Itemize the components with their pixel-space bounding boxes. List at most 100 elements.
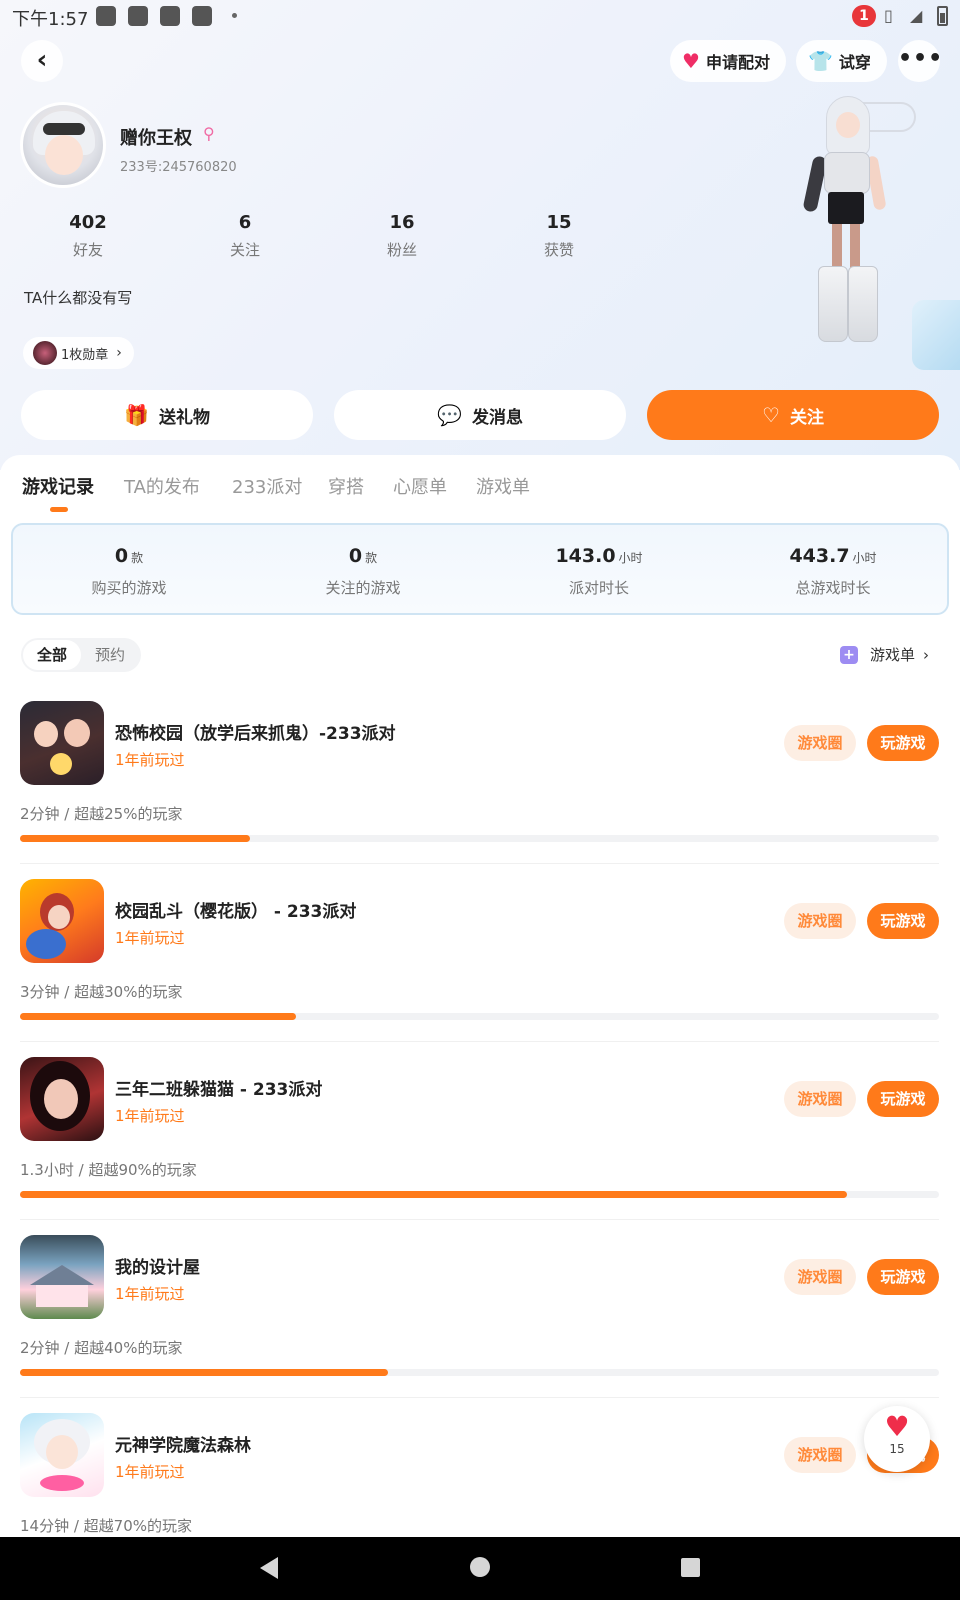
- game-record-item[interactable]: 校园乱斗（樱花版） - 233派对 1年前玩过 游戏圈 玩游戏 3分钟 / 超越…: [0, 879, 960, 1057]
- game-last-played: 1年前玩过: [115, 1463, 185, 1481]
- tab-outfits[interactable]: 穿搭: [328, 473, 364, 499]
- play-game-button[interactable]: 玩游戏: [867, 1259, 939, 1295]
- vibrate-icon: ▯: [884, 6, 893, 25]
- tab-233-party[interactable]: 233派对: [232, 473, 302, 499]
- play-game-button[interactable]: 玩游戏: [867, 1081, 939, 1117]
- tab-posts[interactable]: TA的发布: [124, 473, 200, 499]
- nav-recents-icon[interactable]: [681, 1558, 700, 1577]
- tab-game-records[interactable]: 游戏记录: [22, 473, 94, 499]
- game-playtime: 3分钟 / 超越30%的玩家: [20, 983, 183, 1001]
- game-circle-button[interactable]: 游戏圈: [784, 903, 856, 939]
- summary-unit: 小时: [852, 551, 877, 565]
- favorite-count: 15: [889, 1442, 905, 1456]
- send-message-button[interactable]: 💬 发消息: [334, 390, 626, 440]
- message-icon: 💬: [437, 403, 462, 427]
- send-gift-label: 送礼物: [158, 407, 210, 428]
- game-list-label: 游戏单: [870, 646, 916, 664]
- playtime-progress-track: [20, 835, 939, 842]
- stat-number: 15: [546, 212, 572, 233]
- app-notification-icon: [128, 6, 148, 26]
- filter-segmented-control: 全部 预约: [21, 638, 142, 672]
- stat-friends[interactable]: 402 好友: [28, 212, 148, 260]
- game-icon[interactable]: [20, 1057, 104, 1141]
- nav-back-icon[interactable]: [260, 1557, 278, 1579]
- game-summary-card: 0款 购买的游戏 0款 关注的游戏 143.0 小时 派对时长 443.7 小时 总…: [11, 523, 949, 615]
- summary-party-time: 143.0 小时 派对时长: [499, 545, 699, 598]
- game-last-played: 1年前玩过: [115, 1107, 185, 1125]
- nav-home-icon[interactable]: [470, 1557, 490, 1577]
- game-playtime: 2分钟 / 超越40%的玩家: [20, 1339, 183, 1357]
- game-playtime: 1.3小时 / 超越90%的玩家: [20, 1161, 197, 1179]
- try-on-label: 试穿: [838, 53, 871, 72]
- game-last-played: 1年前玩过: [115, 929, 185, 947]
- stat-number: 6: [238, 212, 252, 233]
- tab-wishlist[interactable]: 心愿单: [393, 473, 447, 499]
- stat-number: 16: [389, 212, 415, 233]
- content-sheet: 游戏记录 TA的发布 233派对 穿搭 心愿单 游戏单 0款 购买的游戏 0款 …: [0, 455, 960, 1537]
- game-record-item[interactable]: 元神学院魔法森林 1年前玩过 游戏圈 玩游戏 14分钟 / 超越70%的玩家: [0, 1413, 960, 1537]
- stat-following[interactable]: 6 关注: [185, 212, 305, 260]
- divider: [20, 1041, 939, 1042]
- game-record-item[interactable]: 我的设计屋 1年前玩过 游戏圈 玩游戏 2分钟 / 超越40%的玩家: [0, 1235, 960, 1413]
- game-circle-button[interactable]: 游戏圈: [784, 725, 856, 761]
- system-navigation-bar: [0, 1537, 960, 1600]
- play-game-button[interactable]: 玩游戏: [867, 725, 939, 761]
- favorite-floating-button[interactable]: ♥ 15: [864, 1406, 930, 1472]
- shirt-icon: 👕: [808, 49, 833, 73]
- summary-label: 关注的游戏: [325, 579, 401, 597]
- battery-icon: [937, 6, 948, 26]
- medal-button[interactable]: 1枚勋章 ›: [23, 337, 134, 369]
- playtime-progress-fill: [20, 1191, 848, 1198]
- status-bar: 下午1:57 1 ▯ ◢: [0, 0, 960, 32]
- heart-plus-icon: ♡: [762, 403, 780, 427]
- game-last-played: 1年前玩过: [115, 1285, 185, 1303]
- game-circle-button[interactable]: 游戏圈: [784, 1437, 856, 1473]
- tab-game-lists[interactable]: 游戏单: [476, 473, 530, 499]
- playtime-progress-fill: [20, 1013, 296, 1020]
- game-icon[interactable]: [20, 1235, 104, 1319]
- back-button[interactable]: ‹: [21, 40, 63, 82]
- summary-unit: 款: [365, 551, 378, 565]
- game-last-played: 1年前玩过: [115, 751, 185, 769]
- try-on-button[interactable]: 👕 试穿: [796, 40, 887, 82]
- filter-all[interactable]: 全部: [23, 640, 82, 670]
- filter-reserved[interactable]: 预约: [81, 640, 139, 670]
- stat-label: 粉丝: [386, 241, 417, 259]
- plus-icon: +: [840, 645, 858, 664]
- user-id: 233号:245760820: [120, 160, 237, 175]
- game-icon[interactable]: [20, 1413, 104, 1497]
- game-icon[interactable]: [20, 701, 104, 785]
- game-list-link[interactable]: + 游戏单 ›: [840, 644, 929, 665]
- summary-value: 143.0: [555, 545, 616, 567]
- summary-label: 总游戏时长: [795, 579, 871, 597]
- playtime-progress-track: [20, 1369, 939, 1376]
- game-circle-button[interactable]: 游戏圈: [784, 1081, 856, 1117]
- stat-label: 关注: [229, 241, 260, 259]
- game-title: 恐怖校园（放学后来抓鬼）-233派对: [115, 724, 396, 744]
- stat-label: 获赞: [543, 241, 574, 259]
- game-playtime: 14分钟 / 超越70%的玩家: [20, 1517, 193, 1535]
- playtime-progress-track: [20, 1191, 939, 1198]
- play-game-button[interactable]: 玩游戏: [867, 903, 939, 939]
- medal-icon: [33, 341, 57, 365]
- game-icon[interactable]: [20, 879, 104, 963]
- notification-badge: 1: [852, 5, 876, 27]
- summary-unit: 小时: [618, 551, 643, 565]
- follow-button[interactable]: ♡ 关注: [647, 390, 939, 440]
- game-record-item[interactable]: 三年二班躲猫猫 - 233派对 1年前玩过 游戏圈 玩游戏 1.3小时 / 超越…: [0, 1057, 960, 1235]
- chevron-left-icon: ‹: [36, 45, 48, 75]
- summary-followed: 0款 关注的游戏: [263, 545, 463, 598]
- request-pair-button[interactable]: ♥ 申请配对: [670, 40, 786, 82]
- wifi-icon: ◢: [910, 6, 923, 25]
- more-button[interactable]: •••: [898, 40, 942, 82]
- game-title: 校园乱斗（樱花版） - 233派对: [115, 902, 357, 922]
- app-notification-icon: [96, 6, 116, 26]
- more-notifications-dot: [232, 13, 237, 18]
- stat-fans[interactable]: 16 粉丝: [342, 212, 462, 260]
- send-gift-button[interactable]: 🎁 送礼物: [21, 390, 313, 440]
- user-avatar[interactable]: [20, 102, 106, 188]
- game-record-item[interactable]: 恐怖校园（放学后来抓鬼）-233派对 1年前玩过 游戏圈 玩游戏 2分钟 / 超…: [0, 701, 960, 879]
- game-title: 元神学院魔法森林: [115, 1436, 251, 1456]
- game-circle-button[interactable]: 游戏圈: [784, 1259, 856, 1295]
- stat-likes[interactable]: 15 获赞: [499, 212, 619, 260]
